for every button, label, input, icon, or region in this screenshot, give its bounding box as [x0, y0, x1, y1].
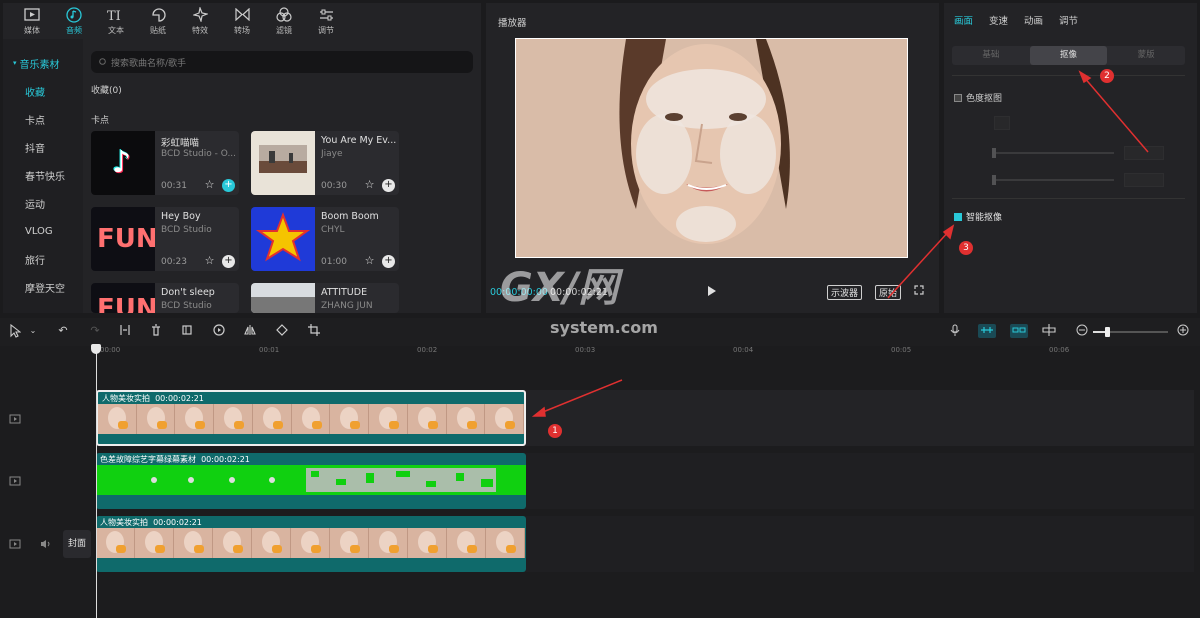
annotation-arrows [531, 70, 1149, 417]
annotation-marker: 2 [1100, 69, 1114, 83]
annotation-marker: 3 [959, 241, 973, 255]
annotation-marker: 1 [548, 424, 562, 438]
